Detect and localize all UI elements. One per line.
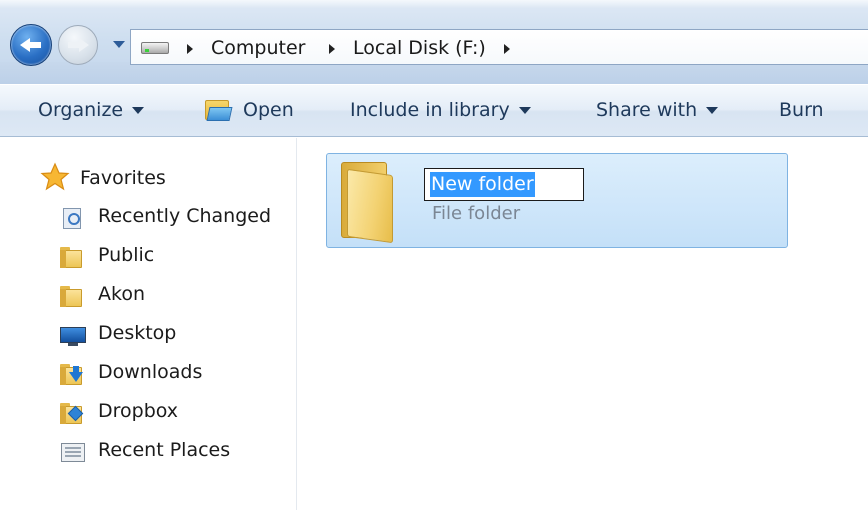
chevron-down-icon	[706, 106, 719, 114]
sidebar-item-label: Recently Changed	[98, 205, 272, 227]
back-arrow-icon	[20, 36, 42, 54]
folder-icon[interactable]	[337, 160, 399, 244]
breadcrumb-separator-icon[interactable]	[329, 44, 335, 54]
back-button[interactable]	[10, 24, 52, 66]
sidebar-item-label: Akon	[98, 283, 145, 305]
item-type-label: File folder	[432, 203, 521, 224]
burn-button[interactable]: Burn	[779, 99, 824, 121]
rename-selected-text[interactable]: New folder	[430, 172, 535, 197]
command-bar: Organize Open Include in library Share w…	[0, 85, 868, 137]
include-in-library-label: Include in library	[350, 99, 510, 121]
sidebar-item-label: Dropbox	[98, 400, 179, 422]
sidebar-item-public[interactable]: Public	[0, 238, 296, 272]
breadcrumb-computer[interactable]: Computer	[211, 37, 305, 59]
organize-button[interactable]: Organize	[38, 99, 145, 121]
sidebar-item-dropbox[interactable]: Dropbox	[0, 394, 296, 428]
sidebar-item-akon[interactable]: Akon	[0, 277, 296, 311]
include-in-library-button[interactable]: Include in library	[350, 99, 531, 121]
breadcrumb-separator-icon[interactable]	[187, 44, 193, 54]
share-with-button[interactable]: Share with	[596, 99, 719, 121]
chevron-down-icon	[132, 106, 145, 114]
desktop-icon	[60, 324, 86, 346]
sidebar-item-label: Desktop	[98, 322, 177, 344]
folder-icon	[60, 246, 86, 268]
share-with-label: Share with	[596, 99, 698, 121]
address-bar-bottom-strip	[0, 62, 868, 84]
address-bar-region: Computer Local Disk (F:)	[0, 0, 868, 84]
dropbox-icon	[60, 402, 86, 424]
downloads-icon	[60, 363, 86, 385]
rename-input[interactable]: New folder	[424, 168, 584, 201]
sidebar-item-recent-places[interactable]: Recent Places	[0, 433, 296, 467]
address-bar-highlight	[0, 0, 868, 8]
breadcrumb-separator-icon[interactable]	[504, 44, 510, 54]
organize-label: Organize	[38, 99, 124, 121]
chevron-down-icon	[518, 106, 531, 114]
forward-arrow-icon	[67, 36, 89, 54]
open-button[interactable]: Open	[243, 99, 294, 121]
star-icon	[40, 162, 70, 191]
sidebar-item-label: Public	[98, 244, 155, 266]
sidebar-item-desktop[interactable]: Desktop	[0, 316, 296, 350]
open-folder-icon[interactable]	[205, 100, 233, 122]
breadcrumb-local-disk[interactable]: Local Disk (F:)	[353, 37, 486, 59]
sidebar-item-label: Recent Places	[98, 439, 231, 461]
sidebar-item-label: Downloads	[98, 361, 203, 383]
recent-places-icon	[60, 441, 86, 463]
drive-icon	[141, 42, 169, 54]
burn-label: Burn	[779, 99, 824, 121]
address-bar[interactable]: Computer Local Disk (F:)	[130, 29, 868, 65]
sidebar-item-downloads[interactable]: Downloads	[0, 355, 296, 389]
recently-changed-icon	[60, 207, 86, 229]
recent-pages-dropdown-icon[interactable]	[113, 41, 125, 48]
favorites-header[interactable]: Favorites	[80, 167, 166, 189]
folder-icon	[60, 285, 86, 307]
forward-button[interactable]	[58, 25, 98, 65]
sidebar-item-recently-changed[interactable]: Recently Changed	[0, 199, 296, 233]
open-label: Open	[243, 99, 294, 121]
